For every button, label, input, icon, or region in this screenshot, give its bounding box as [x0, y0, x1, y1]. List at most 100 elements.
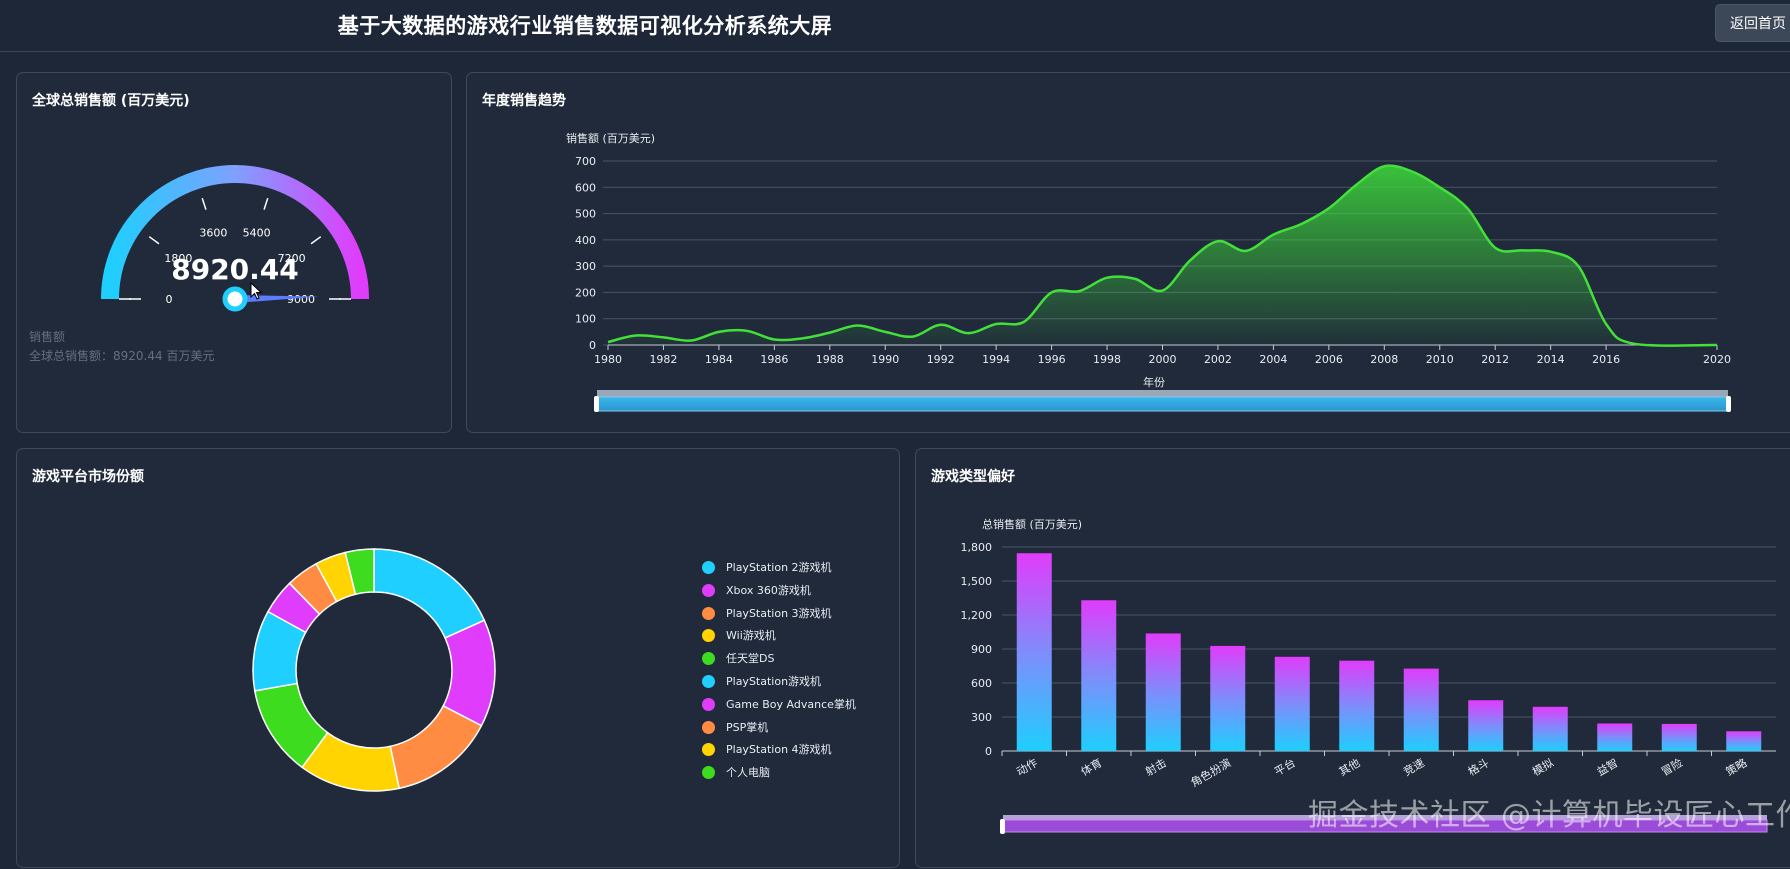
- trend-zoom-handle-right[interactable]: [1726, 396, 1731, 412]
- trend-x-tick-label: 1986: [760, 353, 788, 366]
- trend-x-tick-label: 1990: [871, 353, 899, 366]
- total-sales-panel: 全球总销售额 (百万美元) 0 1800 3600 5400 7200 9000 8920.…: [16, 72, 452, 433]
- genre-bar: [1274, 656, 1310, 751]
- trend-x-tick-label: 1980: [594, 353, 622, 366]
- trend-x-tick-label: 2012: [1481, 353, 1509, 366]
- trend-y-tick-label: 300: [575, 260, 596, 273]
- genre-x-tick-label: 格斗: [1465, 755, 1491, 778]
- trend-x-tick-label: 1988: [816, 353, 844, 366]
- gauge-legend-label: 销售额: [29, 330, 66, 344]
- genre-y-axis-label: 总销售额 (百万美元): [982, 517, 1082, 531]
- genre-bar: [1661, 723, 1697, 751]
- trend-x-tick-label: 2000: [1149, 353, 1177, 366]
- legend-swatch: [702, 606, 715, 620]
- trend-y-tick-label: 400: [575, 234, 596, 247]
- genre-x-tick-label: 动作: [1014, 756, 1040, 778]
- trend-x-tick-label: 2020: [1703, 353, 1731, 366]
- genre-y-tick-label: 1,800: [961, 541, 993, 554]
- trend-y-axis-label: 销售额 (百万美元): [566, 131, 655, 145]
- trend-zoom-top-bar: [597, 390, 1728, 397]
- genre-x-tick-label: 策略: [1723, 755, 1749, 778]
- trend-x-tick-label: 1984: [705, 353, 733, 366]
- trend-y-tick-label: 100: [575, 313, 596, 326]
- back-home-button[interactable]: 返回首页: [1715, 4, 1790, 42]
- trend-y-tick-label: 600: [575, 181, 596, 194]
- genre-y-tick-label: 900: [971, 643, 992, 656]
- trend-x-tick-label: 1994: [982, 353, 1010, 366]
- trend-x-tick-label: 2010: [1426, 353, 1454, 366]
- genre-y-tick-label: 300: [971, 711, 992, 724]
- trend-y-tick-label: 0: [589, 339, 596, 352]
- genre-y-tick-label: 0: [985, 745, 992, 758]
- genre-bar: [1210, 645, 1246, 751]
- legend-label: PlayStation 2游戏机: [726, 561, 832, 574]
- page-title: 基于大数据的游戏行业销售数据可视化分析系统大屏: [337, 14, 833, 38]
- gauge-tick: [310, 236, 322, 245]
- legend-label: Wii游戏机: [726, 629, 776, 643]
- watermark-text: 掘金技术社区 @计算机毕设匠心工作室: [1308, 798, 1790, 833]
- genre-bar: [1145, 633, 1181, 751]
- genre-bar: [1081, 600, 1117, 751]
- legend-label: 任天堂DS: [726, 652, 775, 666]
- genre-zoom-handle-left[interactable]: [1000, 819, 1005, 834]
- genre-x-tick-label: 角色扮演: [1188, 755, 1233, 789]
- gauge-tick: [263, 197, 269, 210]
- genre-bar: [1726, 731, 1762, 751]
- genre-bar: [1532, 706, 1568, 751]
- legend-swatch: [702, 675, 715, 688]
- genre-bar: [1468, 700, 1504, 751]
- trend-x-tick-label: 2008: [1370, 353, 1398, 366]
- legend-label: PSP掌机: [726, 720, 769, 734]
- trend-x-tick-label: 2014: [1537, 353, 1565, 366]
- legend-swatch: [702, 697, 715, 711]
- mouse-cursor-icon: [250, 282, 263, 300]
- gauge-value: 8920.44: [171, 253, 299, 286]
- trend-x-tick-label: 1998: [1093, 353, 1121, 366]
- trend-x-tick-label: 1996: [1038, 353, 1066, 366]
- trend-x-tick-label: 2004: [1259, 353, 1287, 366]
- trend-x-tick-label: 2016: [1592, 353, 1620, 366]
- trend-x-tick-label: 2006: [1315, 353, 1343, 366]
- trend-x-tick-label: 1982: [649, 353, 677, 366]
- genre-x-tick-label: 模拟: [1530, 755, 1556, 778]
- genre-x-tick-label: 冒险: [1659, 755, 1685, 778]
- legend-label: PlayStation 4游戏机: [726, 743, 832, 757]
- genre-y-tick-label: 600: [971, 677, 992, 690]
- gauge-tick-label: 3600: [199, 226, 227, 239]
- donut-slice: [389, 704, 483, 790]
- annual-trend-panel: 年度销售趋势 销售额 (百万美元) 年份 0 100 200 300 400 500 600…: [466, 72, 1790, 433]
- annual-trend-chart: 销售额 (百万美元) 年份 0 100 200 300 400 500 600 700 1980…: [566, 131, 1731, 412]
- gauge-tick: [148, 236, 160, 245]
- trend-x-tick-label: 2002: [1204, 353, 1232, 366]
- genre-x-tick-label: 平台: [1272, 755, 1298, 778]
- legend-swatch: [702, 583, 715, 597]
- gauge-pointer-hub: [222, 286, 248, 312]
- legend-label: 个人电脑: [726, 766, 770, 780]
- trend-x-axis-label: 年份: [1143, 375, 1165, 389]
- genre-bar: [1403, 668, 1439, 751]
- legend-label: Game Boy Advance掌机: [726, 697, 856, 711]
- genre-y-tick-label: 1,200: [961, 609, 993, 622]
- total-sales-gauge: 018003600 5400720090008920.44: [101, 165, 369, 312]
- header-bar: 基于大数据的游戏行业销售数据可视化分析系统大屏: [0, 0, 1790, 52]
- gauge-tick-label: 9000: [287, 293, 315, 306]
- legend-label: PlayStation游戏机: [726, 675, 822, 688]
- genre-y-tick-label: 1,500: [961, 575, 993, 588]
- genre-x-tick-label: 体育: [1078, 755, 1104, 778]
- genre-x-tick-label: 益智: [1594, 755, 1620, 778]
- legend-label: PlayStation 3游戏机: [726, 606, 832, 620]
- genre-bar: [1339, 660, 1375, 751]
- platform-share-panel: 游戏平台市场份额 PlayStation 2游戏机 Xbox 360游戏机 Play…: [16, 448, 900, 868]
- trend-x-tick-label: 1992: [927, 353, 955, 366]
- legend-swatch: [702, 720, 715, 734]
- trend-y-tick-label: 700: [575, 155, 596, 168]
- donut-slice: [373, 548, 486, 639]
- trend-zoom-handle-left[interactable]: [594, 396, 599, 412]
- gauge-tick-label: 5400: [243, 226, 271, 239]
- genre-bar: [1016, 553, 1052, 751]
- genre-bar: [1597, 723, 1633, 751]
- genre-x-tick-label: 射击: [1143, 755, 1169, 778]
- trend-zoom-slider[interactable]: [596, 396, 1729, 412]
- gauge-tick: [201, 197, 207, 210]
- trend-y-tick-label: 200: [575, 286, 596, 299]
